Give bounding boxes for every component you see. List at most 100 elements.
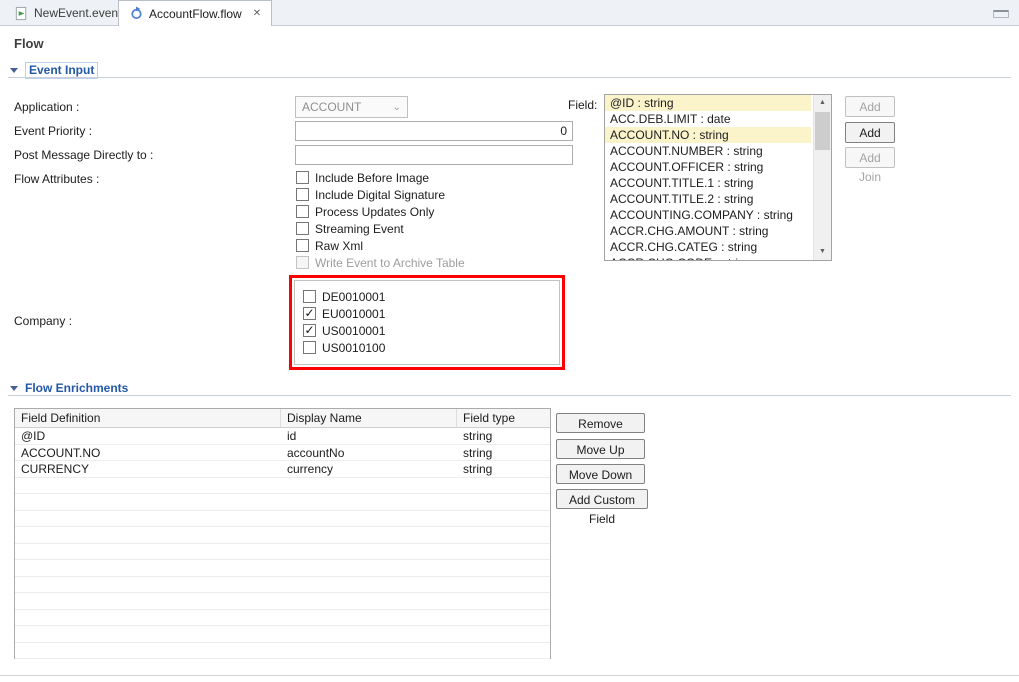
table-row-empty	[15, 626, 550, 643]
enrichments-table: Field Definition Display Name Field type…	[14, 408, 551, 659]
table-row-empty	[15, 478, 550, 495]
checkbox[interactable]	[303, 290, 316, 303]
field-list-item[interactable]: ACCOUNT.NUMBER : string	[605, 143, 811, 159]
column-header-display-name[interactable]: Display Name	[281, 409, 457, 427]
field-label: Field:	[568, 98, 597, 112]
page-title: Flow	[14, 36, 44, 51]
checkbox-label: Write Event to Archive Table	[315, 256, 465, 270]
attr-include-before-image[interactable]: Include Before Image	[296, 169, 465, 186]
add-button[interactable]: Add	[845, 96, 895, 117]
checkbox-label: Include Digital Signature	[315, 188, 445, 202]
field-list-item[interactable]: ACCOUNT.OFFICER : string	[605, 159, 811, 175]
company-checkbox-list: DE0010001 EU0010001 US0010001 US0010100	[294, 280, 560, 365]
field-listbox[interactable]: @ID : string ACC.DEB.LIMIT : date ACCOUN…	[604, 94, 832, 261]
add-all-button[interactable]: Add All	[845, 122, 895, 143]
section-title: Event Input	[25, 62, 98, 79]
field-list-item[interactable]: ACCR.CHG.AMOUNT : string	[605, 223, 811, 239]
table-row-empty	[15, 643, 550, 660]
remove-button[interactable]: Remove	[556, 413, 645, 433]
cell-field-definition: CURRENCY	[15, 461, 281, 477]
field-list-item[interactable]: ACCOUNT.TITLE.1 : string	[605, 175, 811, 191]
field-list-item[interactable]: ACCR.CHG.CATEG : string	[605, 239, 811, 255]
collapse-twistie-icon[interactable]	[10, 68, 18, 73]
table-row-empty	[15, 610, 550, 627]
event-input-section-header[interactable]: Event Input	[10, 62, 98, 78]
checkbox[interactable]	[303, 341, 316, 354]
move-up-button[interactable]: Move Up	[556, 439, 645, 459]
application-combobox[interactable]: ACCOUNT ⌄	[295, 96, 408, 118]
column-header-field-definition[interactable]: Field Definition	[15, 409, 281, 427]
column-header-field-type[interactable]: Field type	[457, 409, 550, 427]
cell-display-name: id	[281, 428, 457, 444]
field-list-item[interactable]: ACCR.CHG.CODE : string	[605, 255, 811, 261]
table-row-empty	[15, 527, 550, 544]
add-join-button[interactable]: Add Join	[845, 147, 895, 168]
editor-tab-bar: NewEvent.event AccountFlow.flow ✕	[0, 0, 1019, 26]
tab-newevent[interactable]: NewEvent.event	[4, 0, 131, 26]
flow-enrichments-section-header[interactable]: Flow Enrichments	[10, 380, 128, 396]
scroll-up-icon[interactable]: ▲	[814, 95, 831, 111]
field-list-item[interactable]: @ID : string	[605, 95, 811, 111]
checkbox-label: Raw Xml	[315, 239, 363, 253]
flow-editor: NewEvent.event AccountFlow.flow ✕ Flow E…	[0, 0, 1019, 682]
chevron-down-icon: ⌄	[393, 102, 401, 113]
cell-display-name: accountNo	[281, 445, 457, 461]
checkbox[interactable]	[296, 171, 309, 184]
attr-include-digital-signature[interactable]: Include Digital Signature	[296, 186, 465, 203]
editor-bottom-divider	[0, 675, 1019, 676]
table-row-empty	[15, 560, 550, 577]
table-row-empty	[15, 593, 550, 610]
application-label: Application :	[14, 100, 79, 114]
table-row[interactable]: @ID id string	[15, 428, 550, 445]
field-list-item[interactable]: ACC.DEB.LIMIT : date	[605, 111, 811, 127]
checkbox[interactable]	[303, 307, 316, 320]
annotation-highlight-box: DE0010001 EU0010001 US0010001 US0010100	[289, 275, 565, 370]
company-label: Company :	[14, 314, 72, 328]
attr-write-event-to-archive-table: Write Event to Archive Table	[296, 254, 465, 271]
attr-process-updates-only[interactable]: Process Updates Only	[296, 203, 465, 220]
checkbox[interactable]	[296, 188, 309, 201]
company-option-label: EU0010001	[322, 307, 385, 321]
event-priority-input[interactable]	[295, 121, 573, 141]
table-row-empty	[15, 494, 550, 511]
field-list-item[interactable]: ACCOUNT.NO : string	[605, 127, 811, 143]
cell-field-definition: @ID	[15, 428, 281, 444]
flow-attributes-label: Flow Attributes :	[14, 172, 99, 186]
tab-label: NewEvent.event	[34, 6, 121, 20]
checkbox[interactable]	[303, 324, 316, 337]
company-option[interactable]: US0010100	[303, 339, 559, 356]
collapse-twistie-icon[interactable]	[10, 386, 18, 391]
checkbox[interactable]	[296, 205, 309, 218]
table-row[interactable]: ACCOUNT.NO accountNo string	[15, 445, 550, 462]
scroll-down-icon[interactable]: ▼	[814, 244, 831, 260]
checkbox[interactable]	[296, 239, 309, 252]
scrollbar[interactable]: ▲ ▼	[813, 95, 831, 260]
add-custom-field-button[interactable]: Add Custom Field	[556, 489, 648, 509]
attr-raw-xml[interactable]: Raw Xml	[296, 237, 465, 254]
field-list-item[interactable]: ACCOUNTING.COMPANY : string	[605, 207, 811, 223]
minimize-icon[interactable]	[993, 10, 1009, 18]
attr-streaming-event[interactable]: Streaming Event	[296, 220, 465, 237]
tab-accountflow[interactable]: AccountFlow.flow ✕	[118, 0, 272, 26]
company-option[interactable]: US0010001	[303, 322, 559, 339]
table-row[interactable]: CURRENCY currency string	[15, 461, 550, 478]
table-row-empty	[15, 511, 550, 528]
scrollbar-thumb[interactable]	[815, 112, 830, 150]
flow-attributes-group: Include Before Image Include Digital Sig…	[296, 169, 465, 271]
company-option[interactable]: EU0010001	[303, 305, 559, 322]
post-message-label: Post Message Directly to :	[14, 148, 153, 162]
section-title: Flow Enrichments	[25, 381, 128, 395]
flow-file-icon	[129, 6, 144, 21]
post-message-input[interactable]	[295, 145, 573, 165]
cell-field-definition: ACCOUNT.NO	[15, 445, 281, 461]
field-list-item[interactable]: ACCOUNT.TITLE.2 : string	[605, 191, 811, 207]
company-option-label: US0010100	[322, 341, 385, 355]
cell-field-type: string	[457, 461, 550, 477]
company-option[interactable]: DE0010001	[303, 288, 559, 305]
section-separator	[8, 77, 1011, 78]
event-priority-label: Event Priority :	[14, 124, 92, 138]
checkbox-label: Include Before Image	[315, 171, 429, 185]
checkbox[interactable]	[296, 222, 309, 235]
close-icon[interactable]: ✕	[253, 9, 261, 19]
move-down-button[interactable]: Move Down	[556, 464, 645, 484]
